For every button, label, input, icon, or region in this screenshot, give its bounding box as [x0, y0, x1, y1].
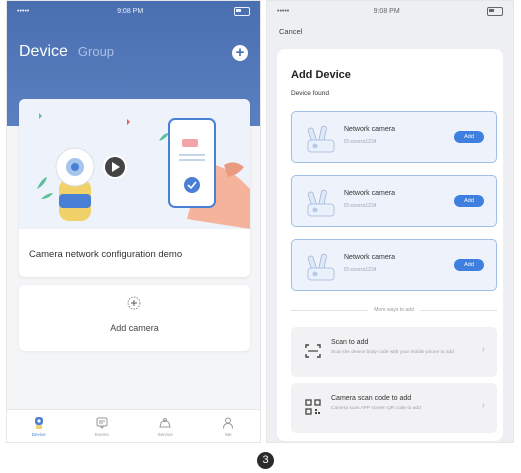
- sheet-title: Add Device: [291, 69, 351, 81]
- signal-indicator: •••••: [277, 7, 290, 15]
- bottom-navigation: Device Events Service Me: [7, 409, 260, 442]
- qr-code-icon: [305, 399, 321, 415]
- sheet-subtitle: Device found: [291, 90, 329, 97]
- step-number-badge: 3: [257, 452, 274, 469]
- option-description: Camera scan APP screen QR code to add: [331, 406, 421, 411]
- camera-icon: [307, 125, 335, 153]
- tab-group[interactable]: Group: [78, 44, 114, 59]
- device-card[interactable]: Network camera ID:xxxxxx1234 Add: [291, 175, 497, 227]
- more-ways-divider: More ways to add: [291, 307, 497, 313]
- nav-label-service: Service: [157, 431, 173, 437]
- demo-card-label: Camera network configuration demo: [29, 249, 183, 260]
- nav-item-me[interactable]: Me: [203, 416, 253, 437]
- add-button[interactable]: +: [232, 45, 248, 61]
- camera-icon: [307, 253, 335, 281]
- top-tabs: Device Group: [19, 43, 114, 61]
- nav-label-me: Me: [225, 431, 232, 437]
- device-list-screen: ••••• 9:08 PM Device Group + Camera netw…: [6, 0, 261, 443]
- tab-device[interactable]: Device: [19, 43, 68, 61]
- divider-line: [291, 309, 369, 311]
- device-icon: [34, 416, 43, 429]
- device-id: ID:xxxxxx1234: [344, 203, 377, 209]
- device-card[interactable]: Network camera ID:xxxxxx1234 Add: [291, 239, 497, 291]
- chevron-right-icon: ›: [481, 344, 485, 355]
- divider-line: [419, 309, 497, 311]
- service-icon: [159, 417, 171, 427]
- device-id: ID:xxxxxx1234: [344, 139, 377, 145]
- signal-indicator: •••••: [17, 7, 30, 15]
- add-camera-icon: [127, 296, 141, 310]
- option-title: Scan to add: [331, 339, 369, 346]
- device-id: ID:xxxxxx1234: [344, 267, 377, 273]
- add-camera-card[interactable]: Add camera: [19, 285, 250, 351]
- battery-indicator: [484, 6, 503, 16]
- battery-icon: [487, 6, 503, 16]
- cancel-button[interactable]: Cancel: [279, 27, 302, 36]
- nav-label-device: Device: [31, 431, 46, 437]
- chevron-right-icon: ›: [481, 400, 485, 411]
- device-card[interactable]: Network camera ID:xxxxxx1234 Add: [291, 111, 497, 163]
- device-name: Network camera: [344, 254, 395, 261]
- option-description: Scan the device body code with your mobi…: [331, 350, 454, 355]
- demo-card[interactable]: Camera network configuration demo: [19, 99, 250, 277]
- status-bar: ••••• 9:08 PM: [7, 1, 260, 21]
- me-icon: [223, 417, 234, 429]
- status-time: 9:08 PM: [373, 7, 400, 15]
- nav-item-device[interactable]: Device: [14, 416, 64, 437]
- battery-icon: [234, 6, 250, 16]
- scan-icon: [305, 344, 321, 358]
- camera-icon: [307, 189, 335, 217]
- more-ways-label: More ways to add: [374, 307, 414, 313]
- events-icon: [96, 417, 108, 429]
- status-time: 9:08 PM: [117, 7, 144, 15]
- add-device-sheet: Add Device Device found Network camera I…: [277, 49, 503, 441]
- scan-to-add-option[interactable]: Scan to add Scan the device body code wi…: [291, 327, 497, 377]
- nav-label-events: Events: [94, 431, 109, 437]
- add-device-screen: ••••• 9:08 PM Cancel Add Device Device f…: [266, 0, 514, 443]
- add-device-button[interactable]: Add: [454, 259, 484, 271]
- add-device-button[interactable]: Add: [454, 195, 484, 207]
- battery-indicator: [231, 6, 250, 16]
- nav-item-service[interactable]: Service: [140, 416, 190, 437]
- add-camera-label: Add camera: [110, 323, 159, 333]
- option-title: Camera scan code to add: [331, 395, 412, 402]
- camera-scan-option[interactable]: Camera scan code to add Camera scan APP …: [291, 383, 497, 433]
- device-name: Network camera: [344, 190, 395, 197]
- nav-item-events[interactable]: Events: [77, 416, 127, 437]
- status-bar: ••••• 9:08 PM: [267, 1, 513, 21]
- device-name: Network camera: [344, 126, 395, 133]
- demo-illustration: [19, 99, 250, 229]
- add-device-button[interactable]: Add: [454, 131, 484, 143]
